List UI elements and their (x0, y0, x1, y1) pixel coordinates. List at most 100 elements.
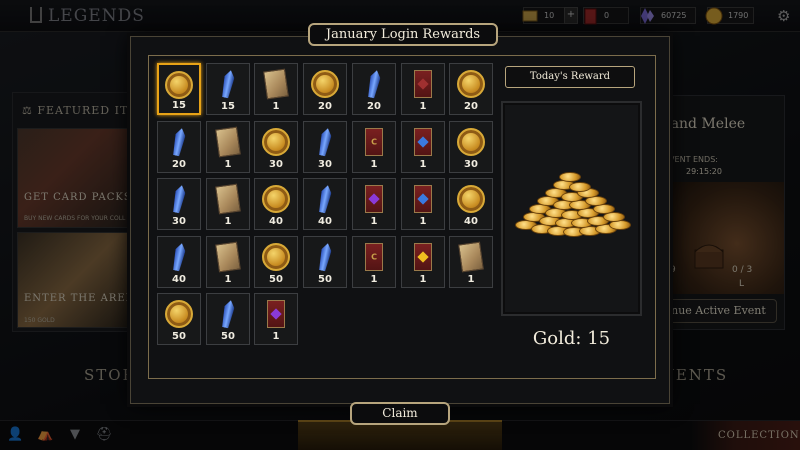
reward-count: 30 (318, 159, 332, 170)
reward-count: 20 (464, 101, 478, 112)
gold-coin-icon (457, 185, 485, 213)
crystal-icon (220, 299, 236, 328)
reward-count: 1 (224, 216, 232, 227)
reward-count: 1 (272, 331, 280, 342)
modal-title: January Login Rewards (308, 23, 498, 46)
crystal-icon (220, 69, 236, 98)
scroll-icon (263, 68, 289, 100)
reward-day-cell[interactable]: 20 (157, 121, 201, 173)
reward-day-cell[interactable]: 20 (303, 63, 347, 115)
reward-count: 20 (367, 101, 381, 112)
todays-reward-label: Today's Reward (505, 66, 635, 88)
reward-day-cell[interactable]: 1 (206, 178, 250, 230)
reward-day-cell[interactable]: 20 (449, 63, 493, 115)
reward-day-cell[interactable]: 30 (303, 121, 347, 173)
reward-count: 1 (272, 101, 280, 112)
reward-day-cell[interactable]: C1 (352, 236, 396, 288)
card-pack-icon (365, 185, 383, 213)
reward-count: 1 (419, 274, 427, 285)
reward-day-cell[interactable]: C1 (352, 121, 396, 173)
reward-day-cell[interactable]: 1 (401, 236, 445, 288)
reward-day-cell[interactable]: 1 (449, 236, 493, 288)
gem-icon (270, 308, 282, 320)
reward-day-cell[interactable]: 1 (206, 236, 250, 288)
gold-coin-icon (262, 128, 290, 156)
reward-day-cell[interactable]: 50 (157, 293, 201, 345)
rarity-c-icon: C (371, 137, 377, 147)
reward-day-cell[interactable]: 40 (254, 178, 298, 230)
reward-day-cell[interactable]: 1 (401, 121, 445, 173)
card-pack-icon (414, 243, 432, 271)
card-pack-icon: C (365, 128, 383, 156)
claim-button[interactable]: Claim (350, 402, 450, 425)
card-pack-icon: C (365, 243, 383, 271)
reward-day-cell[interactable]: 40 (303, 178, 347, 230)
scroll-icon (215, 126, 241, 158)
reward-count: 1 (224, 159, 232, 170)
reward-count: 15 (221, 101, 235, 112)
reward-day-cell[interactable]: 50 (303, 236, 347, 288)
gold-coin-icon (457, 128, 485, 156)
card-pack-icon (267, 300, 285, 328)
reward-day-cell[interactable]: 1 (401, 178, 445, 230)
gold-coin-icon (262, 243, 290, 271)
card-pack-icon (414, 128, 432, 156)
gold-coin-icon (559, 172, 581, 182)
card-pack-icon (414, 185, 432, 213)
gem-icon (417, 251, 429, 263)
reward-count: 1 (370, 216, 378, 227)
crystal-icon (171, 184, 187, 213)
reward-day-cell[interactable]: 50 (254, 236, 298, 288)
reward-day-cell[interactable]: 50 (206, 293, 250, 345)
reward-count: 40 (172, 274, 186, 285)
gem-icon (368, 193, 380, 205)
reward-count: 30 (464, 159, 478, 170)
reward-count: 50 (172, 331, 186, 342)
reward-day-cell[interactable]: 1 (401, 63, 445, 115)
reward-count: 1 (370, 274, 378, 285)
reward-day-cell[interactable]: 40 (449, 178, 493, 230)
todays-reward-text: Gold: 15 (532, 328, 611, 349)
crystal-icon (317, 127, 333, 156)
reward-count: 1 (419, 101, 427, 112)
reward-count: 1 (370, 159, 378, 170)
gold-coin-icon (311, 70, 339, 98)
reward-day-cell[interactable]: 1 (206, 121, 250, 173)
gold-coin-icon (165, 300, 193, 328)
gold-coin-icon (262, 185, 290, 213)
reward-count: 40 (318, 216, 332, 227)
crystal-icon (171, 127, 187, 156)
crystal-icon (317, 184, 333, 213)
gold-pile-icon (513, 172, 631, 250)
scroll-icon (458, 241, 484, 273)
scroll-icon (215, 183, 241, 215)
reward-day-cell[interactable]: 15 (206, 63, 250, 115)
reward-count: 20 (318, 101, 332, 112)
reward-day-cell[interactable]: 30 (449, 121, 493, 173)
scroll-icon (215, 241, 241, 273)
gem-icon (417, 136, 429, 148)
reward-count: 15 (172, 100, 186, 111)
reward-day-cell[interactable]: 1 (254, 293, 298, 345)
reward-count: 50 (318, 274, 332, 285)
crystal-icon (171, 242, 187, 271)
gold-coin-icon (165, 71, 193, 99)
gold-coin-icon (457, 70, 485, 98)
reward-day-cell[interactable]: 30 (254, 121, 298, 173)
reward-day-cell[interactable]: 15 (157, 63, 201, 115)
reward-count: 40 (269, 216, 283, 227)
reward-day-cell[interactable]: 1 (352, 178, 396, 230)
reward-count: 1 (467, 274, 475, 285)
card-pack-icon (414, 70, 432, 98)
reward-count: 20 (172, 159, 186, 170)
reward-day-cell[interactable]: 20 (352, 63, 396, 115)
reward-count: 1 (419, 159, 427, 170)
reward-day-cell[interactable]: 40 (157, 236, 201, 288)
reward-day-cell[interactable]: 1 (254, 63, 298, 115)
reward-count: 50 (269, 274, 283, 285)
reward-count: 30 (269, 159, 283, 170)
reward-day-cell[interactable]: 30 (157, 178, 201, 230)
crystal-icon (366, 69, 382, 98)
reward-count: 40 (464, 216, 478, 227)
reward-count: 30 (172, 216, 186, 227)
